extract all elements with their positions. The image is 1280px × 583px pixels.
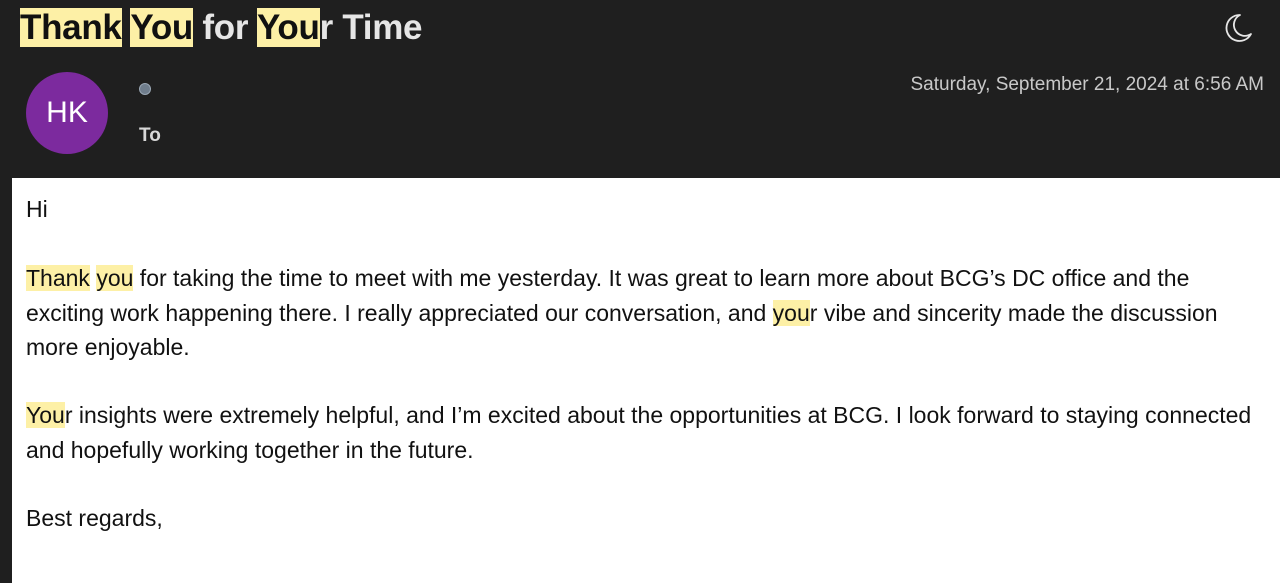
subject-part: You xyxy=(130,8,193,47)
body-paragraph-2: Your insights were extremely helpful, an… xyxy=(26,398,1266,467)
closing: Best regards, xyxy=(26,505,163,531)
subject-part: Thank xyxy=(20,8,122,47)
greeting: Hi xyxy=(26,196,48,222)
body-text-segment: you xyxy=(96,265,134,291)
body-text-segment: You xyxy=(26,402,65,428)
avatar[interactable]: HK xyxy=(26,72,108,154)
email-header: Thank You for Your Time HK To Saturday, … xyxy=(0,0,1280,178)
body-text-segment: Thank xyxy=(26,265,90,291)
moon-icon[interactable] xyxy=(1220,10,1256,46)
body-text-segment: you xyxy=(772,299,810,326)
email-body: Hi Thank you for taking the time to meet… xyxy=(12,178,1280,583)
email-subject: Thank You for Your Time xyxy=(20,6,422,50)
subject-part: r Time xyxy=(319,8,423,47)
email-date: Saturday, September 21, 2024 at 6:56 AM xyxy=(910,74,1265,95)
body-text-segment: r insights were extremely helpful, and I… xyxy=(26,402,1252,463)
to-label: To xyxy=(139,125,161,146)
body-paragraph-1: Thank you for taking the time to meet wi… xyxy=(26,261,1266,365)
status-dot-icon xyxy=(139,83,151,95)
subject-part: for xyxy=(192,8,257,47)
subject-part: You xyxy=(256,8,320,47)
